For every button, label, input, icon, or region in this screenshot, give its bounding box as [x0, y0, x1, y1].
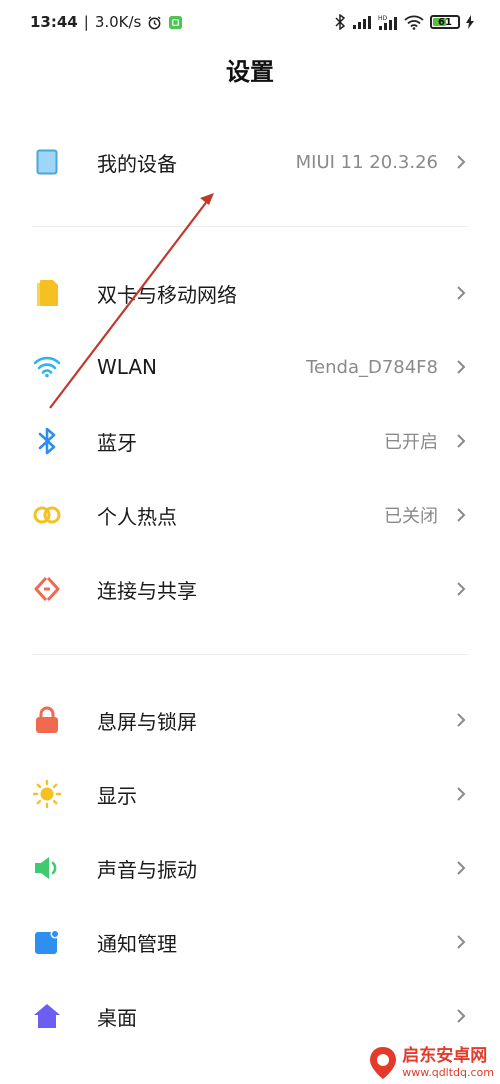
chevron-right-icon	[454, 861, 468, 875]
notification-icon	[32, 927, 62, 957]
watermark: 启东安卓网 www.qdltdq.com	[368, 1046, 494, 1080]
watermark-text: 启东安卓网 www.qdltdq.com	[402, 1046, 494, 1079]
settings-item-label: 显示	[97, 783, 137, 808]
status-separator: |	[83, 13, 89, 31]
chevron-right-icon	[454, 1009, 468, 1023]
chevron-right-icon	[454, 434, 468, 448]
settings-item-connection-sharing[interactable]: 连接与共享	[0, 552, 500, 626]
sim-card-icon	[32, 278, 62, 308]
battery-level: 61	[438, 16, 452, 28]
chevron-right-icon	[454, 508, 468, 522]
hd-signal-icon: HD	[378, 14, 398, 30]
speaker-icon	[32, 853, 62, 883]
watermark-url: www.qdltdq.com	[402, 1066, 494, 1079]
signal-icon	[352, 15, 372, 29]
bluetooth-icon	[32, 426, 62, 456]
chevron-right-icon	[454, 787, 468, 801]
home-icon	[32, 1001, 62, 1031]
alarm-icon	[147, 15, 162, 30]
settings-item-label: 连接与共享	[97, 578, 197, 603]
settings-item-wlan[interactable]: WLAN Tenda_D784F8	[0, 330, 500, 404]
settings-item-label: 息屏与锁屏	[97, 709, 197, 734]
settings-item-hotspot[interactable]: 个人热点 已关闭	[0, 478, 500, 552]
section-divider	[32, 226, 468, 227]
settings-item-label: 个人热点	[97, 504, 177, 529]
settings-item-label: 双卡与移动网络	[97, 282, 237, 307]
charging-icon	[466, 15, 474, 29]
status-time: 13:44	[30, 13, 78, 31]
settings-item-notifications[interactable]: 通知管理	[0, 905, 500, 979]
watermark-logo-icon	[370, 1047, 397, 1079]
net-speed: 3.0K/s	[94, 13, 142, 31]
settings-item-label: 桌面	[97, 1005, 137, 1030]
section-divider	[32, 654, 468, 655]
settings-item-lock-screen[interactable]: 息屏与锁屏	[0, 683, 500, 757]
settings-item-value: MIUI 11 20.3.26	[295, 151, 438, 173]
status-bar: 13:44 | 3.0K/s HD 61	[0, 0, 500, 44]
settings-item-value: 已开启	[384, 432, 438, 453]
settings-item-label: 蓝牙	[97, 430, 137, 455]
chevron-right-icon	[454, 155, 468, 169]
sun-icon	[32, 779, 62, 809]
settings-item-dual-sim[interactable]: 双卡与移动网络	[0, 256, 500, 330]
settings-item-bluetooth[interactable]: 蓝牙 已开启	[0, 404, 500, 478]
watermark-brand: 启东安卓网	[402, 1046, 488, 1066]
svg-text:HD: HD	[378, 15, 388, 22]
settings-item-my-device[interactable]: 我的设备 MIUI 11 20.3.26	[0, 125, 500, 199]
settings-item-value: Tenda_D784F8	[306, 356, 438, 378]
battery-icon: 61	[430, 15, 460, 29]
page-title: 设置	[226, 58, 274, 86]
settings-item-label: 通知管理	[97, 931, 177, 956]
app-notification-icon	[168, 15, 183, 30]
lock-icon	[32, 705, 62, 735]
settings-item-desktop[interactable]: 桌面	[0, 979, 500, 1053]
chevron-right-icon	[454, 935, 468, 949]
settings-item-sound[interactable]: 声音与振动	[0, 831, 500, 905]
settings-item-label: WLAN	[97, 355, 158, 379]
chevron-right-icon	[454, 360, 468, 374]
hotspot-icon	[32, 500, 62, 530]
bluetooth-icon	[334, 14, 346, 30]
status-right: HD 61	[334, 14, 474, 30]
settings-item-value: 已关闭	[384, 506, 438, 527]
wifi-icon	[404, 15, 424, 30]
chevron-right-icon	[454, 582, 468, 596]
phone-device-icon	[32, 147, 62, 177]
chevron-right-icon	[454, 713, 468, 727]
wifi-icon	[32, 352, 62, 382]
share-icon	[32, 574, 62, 604]
settings-item-label: 声音与振动	[97, 857, 197, 882]
chevron-right-icon	[454, 286, 468, 300]
status-left: 13:44 | 3.0K/s	[30, 13, 183, 31]
settings-item-label: 我的设备	[97, 151, 177, 176]
settings-item-display[interactable]: 显示	[0, 757, 500, 831]
